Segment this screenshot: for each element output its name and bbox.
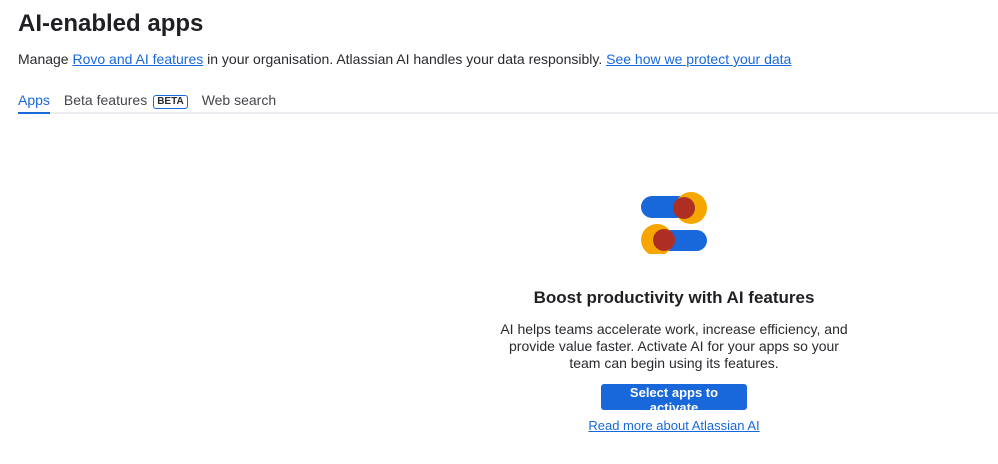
- tab-beta-features[interactable]: Beta features BETA: [64, 90, 188, 112]
- tab-bar: Apps Beta features BETA Web search: [18, 90, 998, 114]
- beta-badge: BETA: [153, 95, 188, 109]
- empty-state-title: Boost productivity with AI features: [533, 288, 815, 307]
- read-more-link[interactable]: Read more about Atlassian AI: [588, 418, 759, 433]
- select-apps-button[interactable]: Select apps to activate: [601, 384, 747, 415]
- desc-text: in your organisation. Atlassian AI handl…: [203, 51, 607, 67]
- tab-label: Beta features: [63, 92, 148, 108]
- tab-apps[interactable]: Apps: [18, 90, 50, 114]
- page-title: AI-enabled apps: [18, 10, 204, 37]
- page-description: Manage Rovo and AI features in your orga…: [18, 51, 791, 67]
- protect-data-link[interactable]: See how we protect your data: [606, 51, 791, 67]
- tab-label: Apps: [18, 92, 50, 108]
- desc-text: Manage: [18, 51, 73, 67]
- tab-label: Web search: [201, 92, 277, 108]
- tab-web-search[interactable]: Web search: [202, 90, 276, 112]
- empty-state-body: AI helps teams accelerate work, increase…: [500, 321, 848, 371]
- ai-toggle-illustration-icon: [641, 192, 707, 254]
- rovo-ai-features-link[interactable]: Rovo and AI features: [72, 51, 203, 67]
